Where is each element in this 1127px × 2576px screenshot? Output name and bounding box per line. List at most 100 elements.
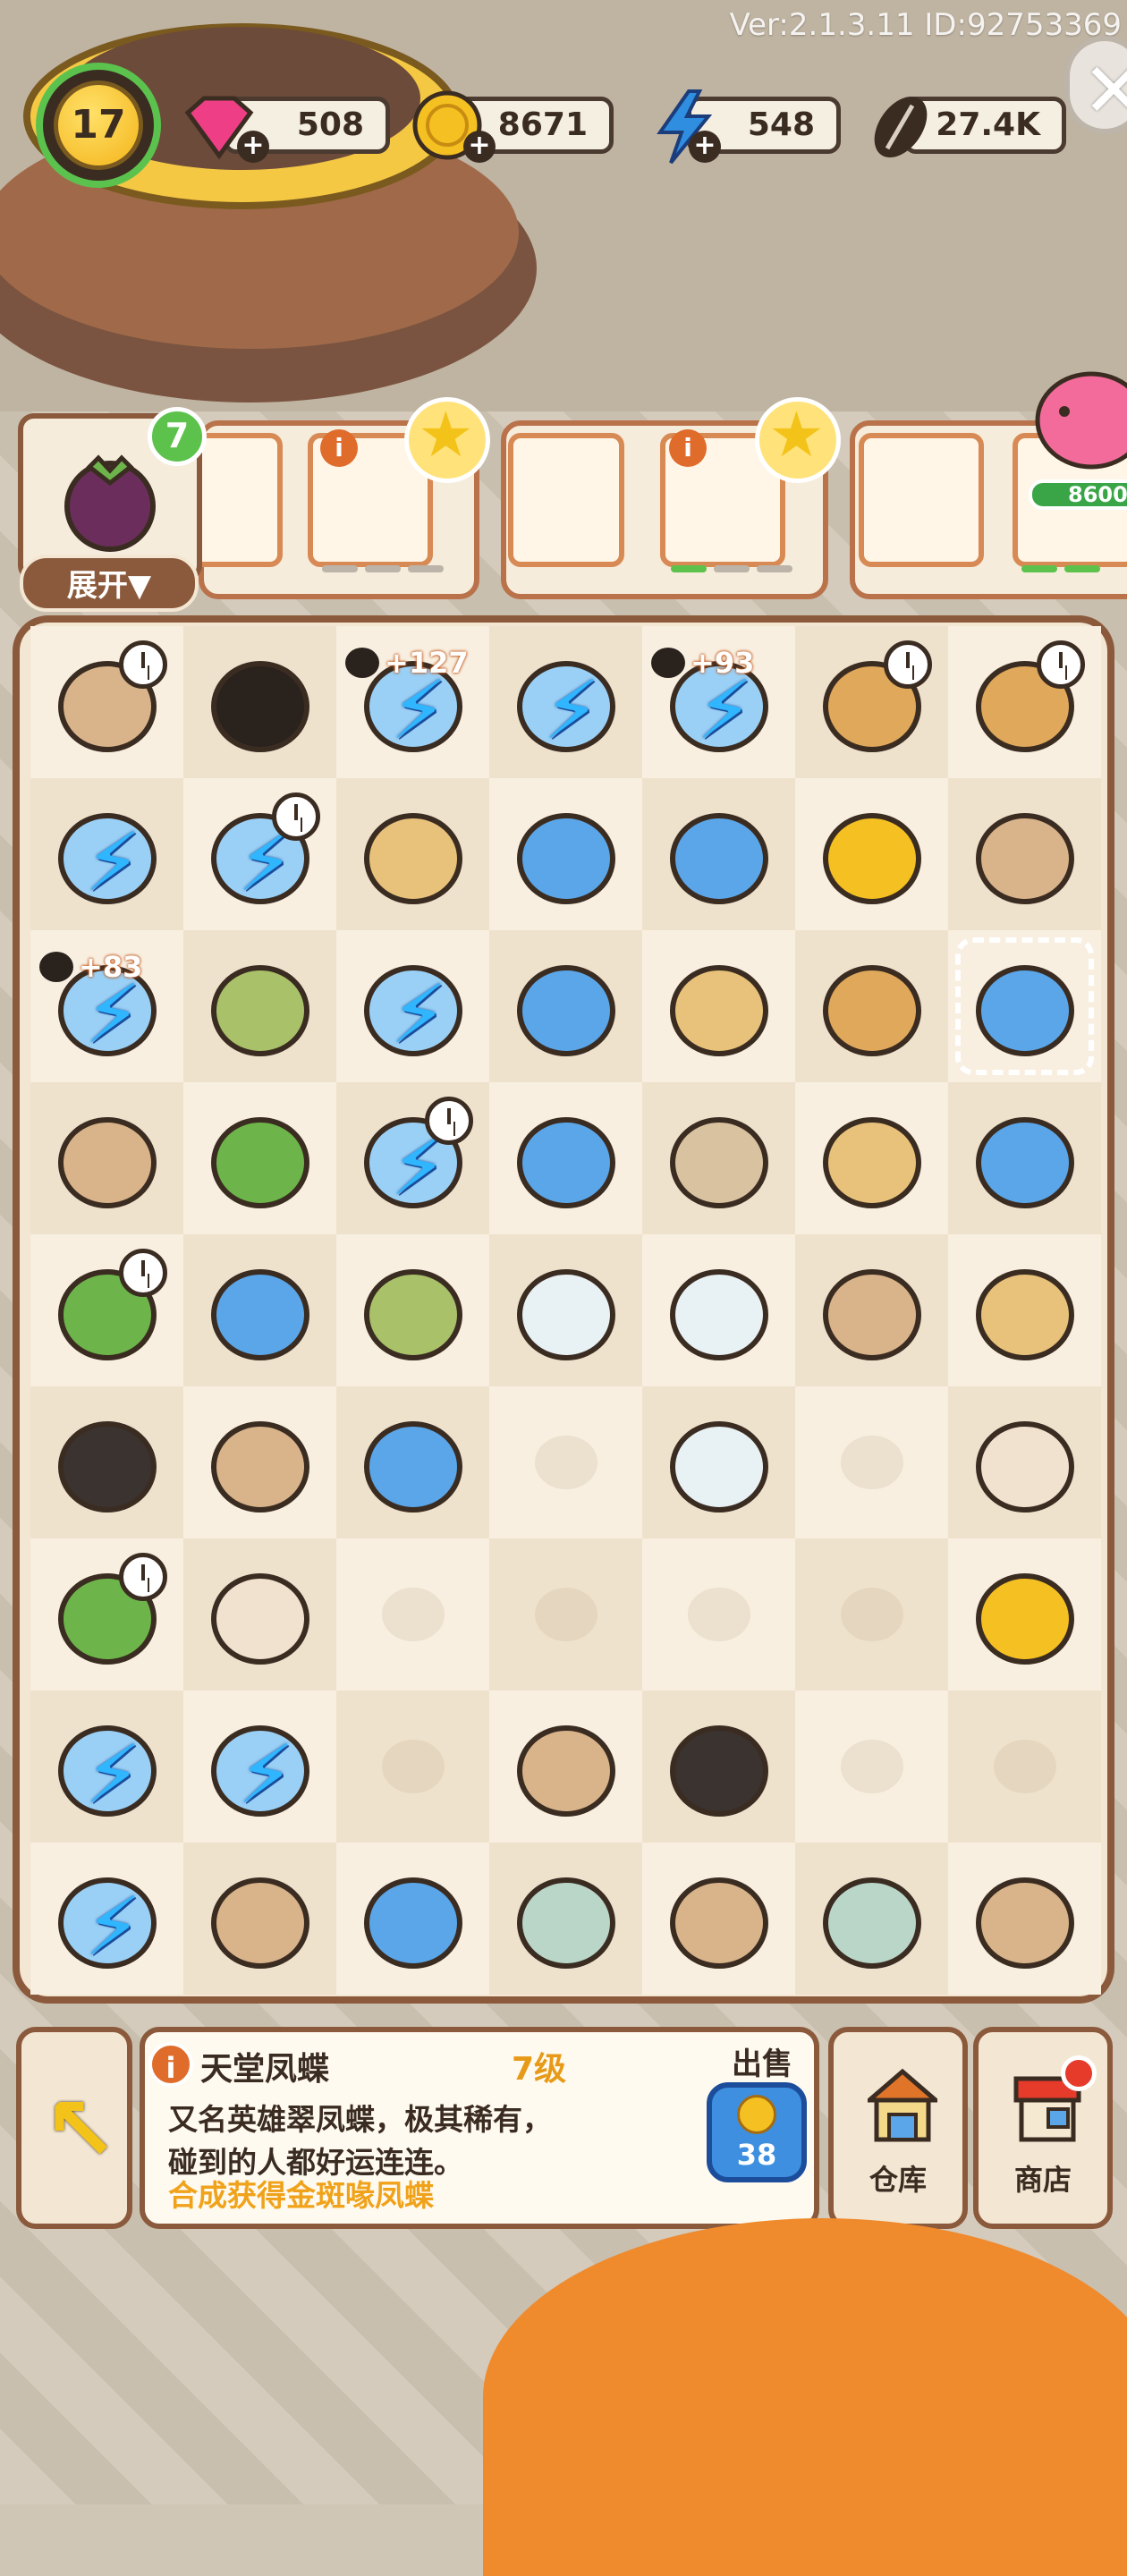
board-cell[interactable] [795, 1538, 948, 1690]
piggy-bank-icon[interactable] [1029, 358, 1127, 474]
tire-icon[interactable] [661, 1708, 777, 1825]
gold-coin-pile-icon[interactable] [814, 796, 930, 912]
sell-button[interactable]: 38 [707, 2082, 807, 2182]
blue-butterfly-wing-icon[interactable] [508, 1100, 624, 1216]
board-cell[interactable] [795, 1234, 948, 1386]
blue-feather-icon[interactable] [508, 1708, 624, 1825]
bone-icon[interactable] [967, 1404, 1083, 1521]
add-gems-button[interactable]: + [237, 131, 269, 163]
board-cell[interactable] [183, 1234, 336, 1386]
light-bulb-icon[interactable] [661, 1860, 777, 1977]
yellow-butterfly-icon[interactable] [355, 1404, 471, 1521]
board-cell[interactable] [336, 778, 489, 930]
board-cell[interactable]: ⚡ [336, 1082, 489, 1234]
board-cell[interactable] [30, 626, 183, 778]
board-cell[interactable] [948, 1843, 1101, 1995]
board-cell[interactable] [642, 1690, 795, 1843]
sprout-box-icon[interactable] [355, 1252, 471, 1368]
board-cell[interactable] [183, 930, 336, 1082]
board-cell[interactable] [642, 930, 795, 1082]
board-cell[interactable]: ⚡ [30, 1843, 183, 1995]
magnifier-icon[interactable] [814, 1252, 930, 1368]
board-cell[interactable]: ⚡ +127 [336, 626, 489, 778]
toolbox-generator-icon[interactable]: ⚡ [508, 644, 624, 760]
close-button[interactable]: ✕ [1064, 36, 1127, 134]
seed-box-icon[interactable] [355, 796, 471, 912]
blue-flower-planter-icon[interactable] [355, 1860, 471, 1977]
board-cell[interactable]: ⚡ [183, 778, 336, 930]
board-cell[interactable] [642, 1386, 795, 1538]
board-cell[interactable] [642, 1234, 795, 1386]
board-cell[interactable] [489, 1690, 642, 1843]
board-cell[interactable] [489, 1538, 642, 1690]
add-energy-button[interactable]: + [689, 131, 721, 163]
board-cell[interactable] [795, 778, 948, 930]
board-cell[interactable] [795, 1690, 948, 1843]
board-cell[interactable] [795, 626, 948, 778]
item-info-icon[interactable]: i [148, 2042, 193, 2087]
add-coins-button[interactable]: + [463, 131, 496, 163]
golden-magnifier-icon[interactable] [967, 796, 1083, 912]
broken-bowl-icon[interactable] [814, 1860, 930, 1977]
board-cell[interactable] [183, 1082, 336, 1234]
broken-pottery-icon[interactable] [967, 1860, 1083, 1977]
shop-button[interactable]: 商店 [973, 2027, 1113, 2229]
board-cell[interactable] [642, 778, 795, 930]
board-cell[interactable] [489, 1234, 642, 1386]
board-cell[interactable] [948, 1538, 1101, 1690]
sleeping-black-cat-icon[interactable] [202, 644, 318, 760]
board-cell[interactable] [795, 1082, 948, 1234]
board-cell[interactable] [489, 930, 642, 1082]
board-cell[interactable] [948, 1386, 1101, 1538]
back-button[interactable]: ↖ [16, 2027, 132, 2229]
gold-coins-icon[interactable] [967, 1556, 1083, 1673]
board-cell[interactable]: ⚡ [489, 626, 642, 778]
stone-icon[interactable] [661, 1100, 777, 1216]
flower-bouquet-generator-icon[interactable]: ⚡ [355, 948, 471, 1064]
board-cell[interactable] [183, 1538, 336, 1690]
board-cell[interactable] [30, 1538, 183, 1690]
stool-and-mat-icon[interactable] [49, 1100, 165, 1216]
blue-stars-icon[interactable] [202, 1252, 318, 1368]
board-cell[interactable] [642, 1082, 795, 1234]
board-cell[interactable] [183, 1843, 336, 1995]
bones-icon[interactable] [202, 1556, 318, 1673]
board-cell[interactable] [183, 626, 336, 778]
rock-generator-icon[interactable]: ⚡ [202, 1708, 318, 1825]
board-cell[interactable]: ⚡ +93 [642, 626, 795, 778]
green-bowl-icon[interactable] [508, 1860, 624, 1977]
small-tree-icon[interactable] [202, 1100, 318, 1216]
board-cell[interactable] [336, 1386, 489, 1538]
green-cart-icon[interactable] [202, 1860, 318, 1977]
board-cell[interactable] [642, 1538, 795, 1690]
board-cell[interactable] [795, 1386, 948, 1538]
wooden-toolbox-icon[interactable] [202, 948, 318, 1064]
board-cell[interactable] [30, 1082, 183, 1234]
firewood-bundle-icon[interactable] [814, 948, 930, 1064]
board-cell[interactable] [30, 1386, 183, 1538]
board-cell[interactable] [795, 1843, 948, 1995]
board-cell[interactable] [183, 1386, 336, 1538]
flower-pot-generator-icon[interactable]: ⚡ [49, 796, 165, 912]
mine-cart-generator-icon[interactable]: ⚡ [49, 1708, 165, 1825]
expand-button[interactable]: 展开▼ [20, 555, 199, 612]
board-cell[interactable] [948, 1234, 1101, 1386]
task-info-icon-2[interactable]: i [669, 429, 707, 467]
board-cell[interactable] [948, 1690, 1101, 1843]
grain-sack-icon[interactable] [202, 1404, 318, 1521]
small-vase-icon[interactable] [661, 1404, 777, 1521]
task-info-icon[interactable]: i [320, 429, 358, 467]
board-cell[interactable] [30, 1234, 183, 1386]
board-cell[interactable] [489, 778, 642, 930]
blue-flower-icon[interactable] [508, 796, 624, 912]
board-cell[interactable] [948, 1082, 1101, 1234]
seed-packet-icon[interactable] [967, 1252, 1083, 1368]
board-cell[interactable] [489, 1843, 642, 1995]
seed-sack-icon[interactable] [814, 1100, 930, 1216]
blue-burst-flower-icon[interactable] [508, 948, 624, 1064]
porcelain-vase-icon[interactable] [661, 1252, 777, 1368]
board-cell[interactable] [948, 930, 1101, 1082]
board-cell[interactable]: ⚡ [336, 930, 489, 1082]
blue-star-flower-icon[interactable] [661, 796, 777, 912]
board-cell[interactable]: ⚡ [30, 778, 183, 930]
